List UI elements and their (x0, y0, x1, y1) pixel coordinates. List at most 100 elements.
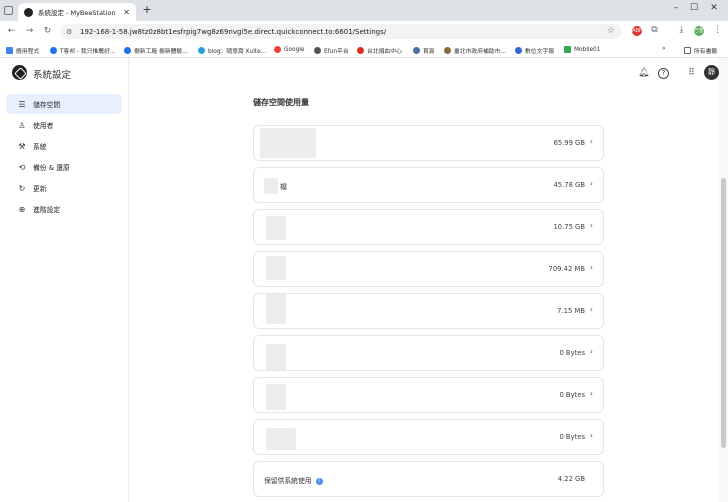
close-window-icon[interactable]: ✕ (707, 3, 721, 13)
site-icon (564, 46, 571, 53)
sidebar-item-label: 儲存空間 (33, 101, 61, 109)
bookmark-item[interactable]: Google (274, 46, 304, 53)
bee-favicon-icon (24, 7, 33, 17)
storage-item[interactable]: 0 Bytes › (253, 335, 604, 371)
more-bookmarks-icon[interactable]: » (662, 46, 666, 52)
storage-item-size: 0 Bytes (559, 433, 585, 441)
storage-item[interactable]: 0 Bytes › (253, 419, 604, 455)
back-icon[interactable]: ← (6, 26, 17, 37)
sidebar-item-advanced[interactable]: ⊕ 進階設定 (6, 199, 122, 219)
maximize-icon[interactable]: ☐ (687, 3, 701, 13)
chevron-right-icon: › (589, 389, 593, 398)
bookmark-item[interactable]: blog：隨意窩 Xuite... (198, 46, 266, 55)
bookmark-item[interactable]: 臺北市政府補助市... (444, 46, 506, 55)
redacted-name (266, 384, 286, 410)
extensions-icon[interactable]: ⧉ (649, 25, 660, 36)
forward-icon[interactable]: → (24, 26, 35, 37)
reload-icon[interactable]: ↻ (42, 26, 53, 37)
download-icon[interactable]: ⤓ (676, 25, 687, 36)
storage-item[interactable]: 709.42 MB › (253, 251, 604, 287)
storage-item[interactable]: 0 Bytes › (253, 377, 604, 413)
site-icon (50, 47, 57, 54)
bookmark-item[interactable]: 首頁 (413, 46, 435, 55)
bookmark-item[interactable]: 數位文字報 (515, 46, 554, 55)
scrollbar-thumb[interactable] (721, 178, 726, 448)
chevron-right-icon: › (589, 179, 593, 188)
close-tab-icon[interactable]: ✕ (123, 8, 130, 17)
storage-item[interactable]: 65.99 GB › (253, 125, 604, 161)
sidebar-item-backup[interactable]: ⟲ 備份 & 還原 (6, 157, 122, 177)
site-icon (444, 47, 451, 54)
chevron-right-icon: › (589, 347, 593, 356)
bookmark-item[interactable]: Efun平台 (314, 46, 349, 55)
storage-icon: ☰ (18, 99, 26, 109)
user-icon: ♙ (18, 120, 26, 130)
sidebar-item-label: 使用者 (33, 122, 54, 130)
bookmark-label: 應用程式 (16, 49, 40, 55)
site-icon (515, 47, 522, 54)
site-icon (357, 47, 364, 54)
browser-menu-icon[interactable]: ⋮ (712, 25, 723, 36)
apps-grid-icon[interactable]: ⠿ (686, 68, 697, 79)
chevron-right-icon: › (589, 263, 593, 272)
redacted-name (260, 128, 316, 158)
bookmark-star-icon[interactable]: ☆ (607, 26, 615, 36)
sidebar-item-system[interactable]: ⚒ 系統 (6, 136, 122, 156)
all-bookmarks[interactable]: 所有書籤 (684, 46, 717, 55)
bookmark-item[interactable]: T客邦 - 我只推薦好... (50, 46, 115, 55)
storage-item[interactable]: 檔 45.78 GB › (253, 167, 604, 203)
sidebar-item-update[interactable]: ↻ 更新 (6, 178, 122, 198)
chevron-right-icon: › (589, 431, 593, 440)
storage-item-size: 65.99 GB (553, 139, 585, 147)
address-bar[interactable]: ⚙ 192-168-1-58.jw8tz0z8bt1esfrpig7wg8z69… (60, 24, 622, 39)
avatar-initial: 靜 (708, 68, 715, 76)
bookmark-item[interactable]: 台北捐血中心 (357, 46, 402, 55)
help-icon[interactable]: ? (658, 68, 669, 79)
google-icon (274, 46, 281, 53)
storage-item-size: 0 Bytes (559, 391, 585, 399)
new-tab-icon[interactable]: + (141, 4, 153, 16)
bell-icon[interactable]: 🔔︎ (638, 68, 649, 79)
sidebar-item-label: 更新 (33, 185, 47, 193)
sidebar: 系統設定 ☰ 儲存空間 ♙ 使用者 ⚒ 系統 ⟲ 備份 & 還原 ↻ 更新 ⊕ … (0, 58, 129, 502)
avatar[interactable]: 靜 (704, 65, 719, 80)
bookmark-item[interactable]: Mobile01 (564, 46, 600, 53)
sidebar-item-users[interactable]: ♙ 使用者 (6, 115, 122, 135)
bookmark-label: 首頁 (423, 49, 435, 55)
profile-icon[interactable]: 已暫停 (694, 26, 704, 44)
site-icon (413, 47, 420, 54)
redacted-name (266, 256, 286, 280)
bookmark-item[interactable]: 樹新工廠 樹新體驗... (124, 46, 188, 55)
storage-item-name: 檔 (280, 183, 287, 191)
minimize-icon[interactable]: – (669, 3, 683, 13)
storage-item-reserved[interactable]: 保留供系統使用 i 4.22 GB (253, 461, 604, 497)
storage-item[interactable]: 10.75 GB › (253, 209, 604, 245)
bookmark-label: Mobile01 (574, 46, 601, 53)
storage-item-size: 0 Bytes (559, 349, 585, 357)
storage-item-size: 7.15 MB (557, 307, 585, 315)
site-icon (198, 47, 205, 54)
chevron-right-icon: › (589, 221, 593, 230)
storage-item[interactable]: 7.15 MB › (253, 293, 604, 329)
apps-grid-icon (6, 47, 13, 54)
site-info-icon[interactable]: ⚙ (66, 28, 74, 36)
sidebar-item-label: 備份 & 還原 (33, 164, 70, 172)
history-icon: ⟲ (18, 162, 26, 172)
storage-item-size: 45.78 GB (553, 181, 585, 189)
adblock-extension-label: ABP (632, 28, 642, 34)
bookmark-label: 台北捐血中心 (367, 49, 402, 55)
storage-item-size: 10.75 GB (553, 223, 585, 231)
bookmark-label: blog：隨意窩 Xuite... (208, 49, 267, 55)
storage-item-size: 4.22 GB (557, 475, 585, 483)
redacted-name (266, 294, 286, 324)
redacted-name (266, 216, 286, 240)
advanced-icon: ⊕ (18, 204, 26, 214)
sidebar-item-storage[interactable]: ☰ 儲存空間 (6, 94, 122, 114)
bookmark-label: T客邦 - 我只推薦好... (60, 49, 116, 55)
browser-tab[interactable]: 系統設定 - MyBeeStation ✕ (18, 3, 136, 21)
adblock-extension-icon[interactable]: ABP (632, 26, 642, 36)
bookmark-apps[interactable]: 應用程式 (6, 46, 39, 55)
redacted-name (266, 344, 286, 370)
info-icon[interactable]: i (315, 477, 323, 485)
tab-search-icon[interactable] (4, 6, 13, 15)
